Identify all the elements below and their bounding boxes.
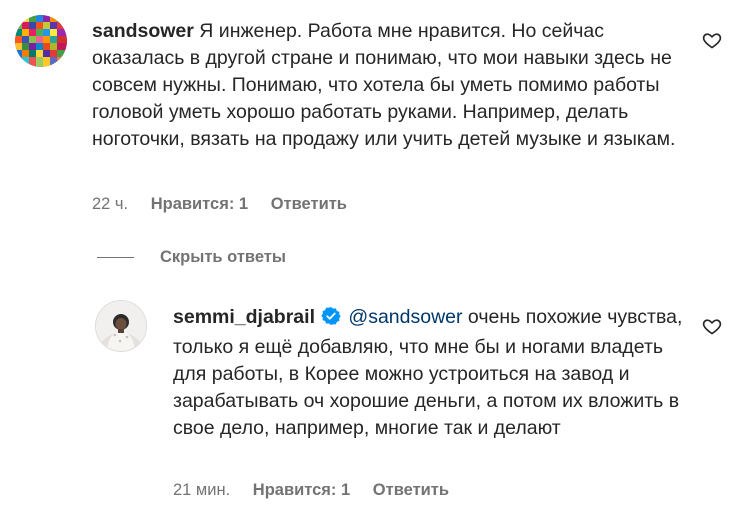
verified-check-icon [321,307,341,325]
reply-reply-button[interactable]: Ответить [373,481,449,500]
comment-username[interactable]: sandsower [92,20,194,42]
hide-replies-label: Скрыть ответы [160,247,286,266]
reply-text-block: semmi_djabrail @sandsower очень похожие … [173,304,698,442]
like-heart-icon[interactable] [702,30,722,50]
comment-meta: 22 ч. Нравится: 1 Ответить [92,195,347,214]
reply-user-avatar[interactable] [95,300,147,352]
hide-replies-toggle[interactable]: Скрыть ответы [97,245,286,269]
person-photo-avatar [96,301,146,351]
comment-text-block: sandsower Я инженер. Работа мне нравится… [92,18,692,153]
user-avatar[interactable] [15,15,67,67]
verified-badge-icon [321,306,341,334]
reply-meta: 21 мин. Нравится: 1 Ответить [173,481,449,500]
heart-outline-icon [702,319,722,335]
reply-time[interactable]: 21 мин. [173,481,230,500]
reply-likes[interactable]: Нравится: 1 [253,481,350,500]
reply-username[interactable]: semmi_djabrail [173,306,315,328]
mosaic-avatar-image [15,15,67,67]
reply-like-heart-icon[interactable] [702,316,722,336]
comment-likes[interactable]: Нравится: 1 [151,195,248,214]
comment-reply-button[interactable]: Ответить [271,195,347,214]
heart-outline-icon [702,33,722,49]
divider-line [97,256,134,258]
comment-time[interactable]: 22 ч. [92,195,128,214]
mention-link[interactable]: @sandsower [348,306,462,328]
